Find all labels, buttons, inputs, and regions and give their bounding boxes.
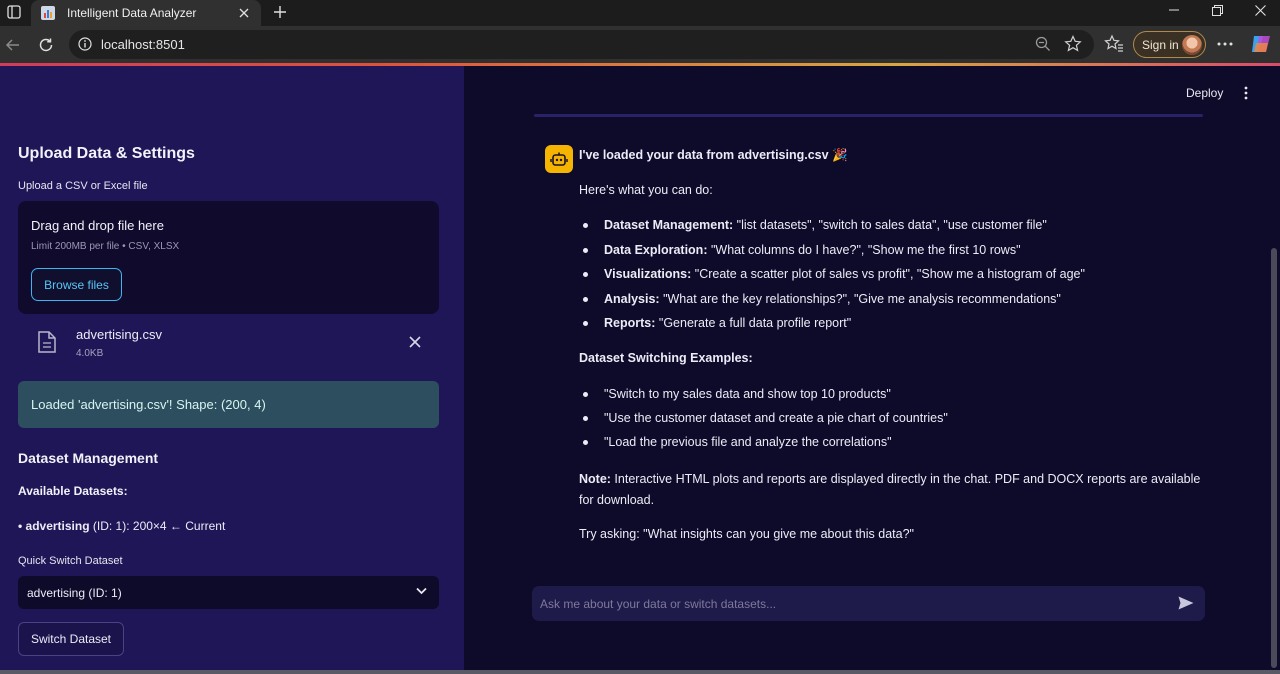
main-menu-icon[interactable]: [1241, 86, 1251, 100]
chevron-down-icon: [416, 587, 427, 595]
switching-examples-title: Dataset Switching Examples:: [579, 351, 753, 365]
file-size: 4.0KB: [76, 348, 104, 359]
file-icon: [38, 331, 56, 353]
bullet-dot: [583, 440, 588, 445]
upload-label: Upload a CSV or Excel file: [18, 180, 148, 192]
window-close-icon[interactable]: [1240, 0, 1280, 20]
file-name: advertising.csv: [76, 327, 162, 342]
remove-file-icon[interactable]: [408, 335, 422, 349]
uploaded-file: advertising.csv 4.0KB: [18, 321, 439, 365]
sidebar: Upload Data & Settings Upload a CSV or E…: [0, 66, 464, 670]
more-options-icon[interactable]: [1215, 34, 1235, 54]
message-title: I've loaded your data from advertising.c…: [579, 148, 848, 162]
message-intro: Here's what you can do:: [579, 183, 713, 197]
try-asking-text: Try asking: "What insights can you give …: [579, 527, 914, 541]
site-info-icon[interactable]: [78, 37, 92, 51]
streamlit-favicon-icon: [41, 6, 55, 20]
file-dropzone[interactable]: Drag and drop file here Limit 200MB per …: [18, 201, 439, 314]
dropzone-limit: Limit 200MB per file • CSV, XLSX: [31, 241, 180, 252]
bullet-dot: [583, 392, 588, 397]
favorites-icon[interactable]: [1104, 34, 1124, 54]
note-text: Interactive HTML plots and reports are d…: [579, 472, 1201, 507]
bullet-dot: [583, 223, 588, 228]
main-area: Deploy I've loaded your data from advert…: [464, 66, 1280, 670]
deploy-button[interactable]: Deploy: [1186, 86, 1223, 100]
profile-avatar: [1182, 35, 1202, 55]
copilot-icon[interactable]: [1250, 33, 1272, 55]
tab-actions-icon[interactable]: [2, 2, 26, 22]
note-label: Note:: [579, 472, 611, 486]
new-tab-icon[interactable]: [270, 2, 290, 22]
sign-in-label: Sign in: [1142, 37, 1179, 52]
minimize-icon[interactable]: [1154, 0, 1194, 20]
divider: [534, 114, 1203, 117]
note-paragraph: Note: Interactive HTML plots and reports…: [579, 469, 1209, 511]
send-icon[interactable]: [1178, 596, 1194, 610]
chat-input[interactable]: Ask me about your data or switch dataset…: [532, 586, 1205, 621]
success-alert: Loaded 'advertising.csv'! Shape: (200, 4…: [18, 381, 439, 428]
available-datasets-label: Available Datasets:: [18, 484, 128, 498]
dataset-select[interactable]: advertising (ID: 1): [18, 576, 439, 609]
browser-tab[interactable]: Intelligent Data Analyzer: [31, 0, 261, 26]
chat-input-placeholder: Ask me about your data or switch dataset…: [540, 597, 777, 611]
bottom-edge: [0, 670, 1280, 674]
restore-icon[interactable]: [1197, 0, 1237, 20]
switch-dataset-button[interactable]: Switch Dataset: [18, 622, 124, 656]
tab-close-icon[interactable]: [237, 6, 251, 20]
sidebar-title: Upload Data & Settings: [18, 145, 195, 162]
browser-tabbar: Intelligent Data Analyzer: [0, 0, 1280, 26]
browse-files-button[interactable]: Browse files: [31, 268, 122, 301]
scrollbar[interactable]: [1271, 248, 1277, 668]
tab-title: Intelligent Data Analyzer: [67, 6, 197, 20]
dataset-select-value: advertising (ID: 1): [27, 585, 122, 600]
zoom-out-icon[interactable]: [1035, 36, 1051, 52]
streamlit-app: Upload Data & Settings Upload a CSV or E…: [0, 66, 1280, 670]
bullet-dot: [583, 297, 588, 302]
robot-icon: [550, 152, 568, 166]
reload-icon[interactable]: [35, 34, 57, 56]
bullet-dot: [583, 416, 588, 421]
url-text: localhost:8501: [101, 37, 185, 52]
dataset-list-item: • advertising (ID: 1): 200×4 ← Current: [18, 519, 225, 533]
dropzone-title: Drag and drop file here: [31, 218, 164, 233]
dataset-name: • advertising: [18, 519, 90, 533]
back-arrow-icon[interactable]: [2, 34, 24, 56]
bullet-dot: [583, 321, 588, 326]
browser-toolbar: localhost:8501 Sign in: [0, 26, 1280, 63]
dataset-management-title: Dataset Management: [18, 450, 159, 466]
bullet-dot: [583, 272, 588, 277]
bullet-dot: [583, 248, 588, 253]
address-bar[interactable]: localhost:8501: [69, 30, 1094, 59]
quick-switch-label: Quick Switch Dataset: [18, 555, 123, 567]
favorite-star-icon[interactable]: [1064, 35, 1082, 53]
dataset-details: (ID: 1): 200×4 ← Current: [89, 519, 226, 533]
assistant-avatar: [545, 145, 573, 173]
success-message: Loaded 'advertising.csv'! Shape: (200, 4…: [31, 397, 266, 412]
sign-in-button[interactable]: Sign in: [1133, 31, 1206, 58]
